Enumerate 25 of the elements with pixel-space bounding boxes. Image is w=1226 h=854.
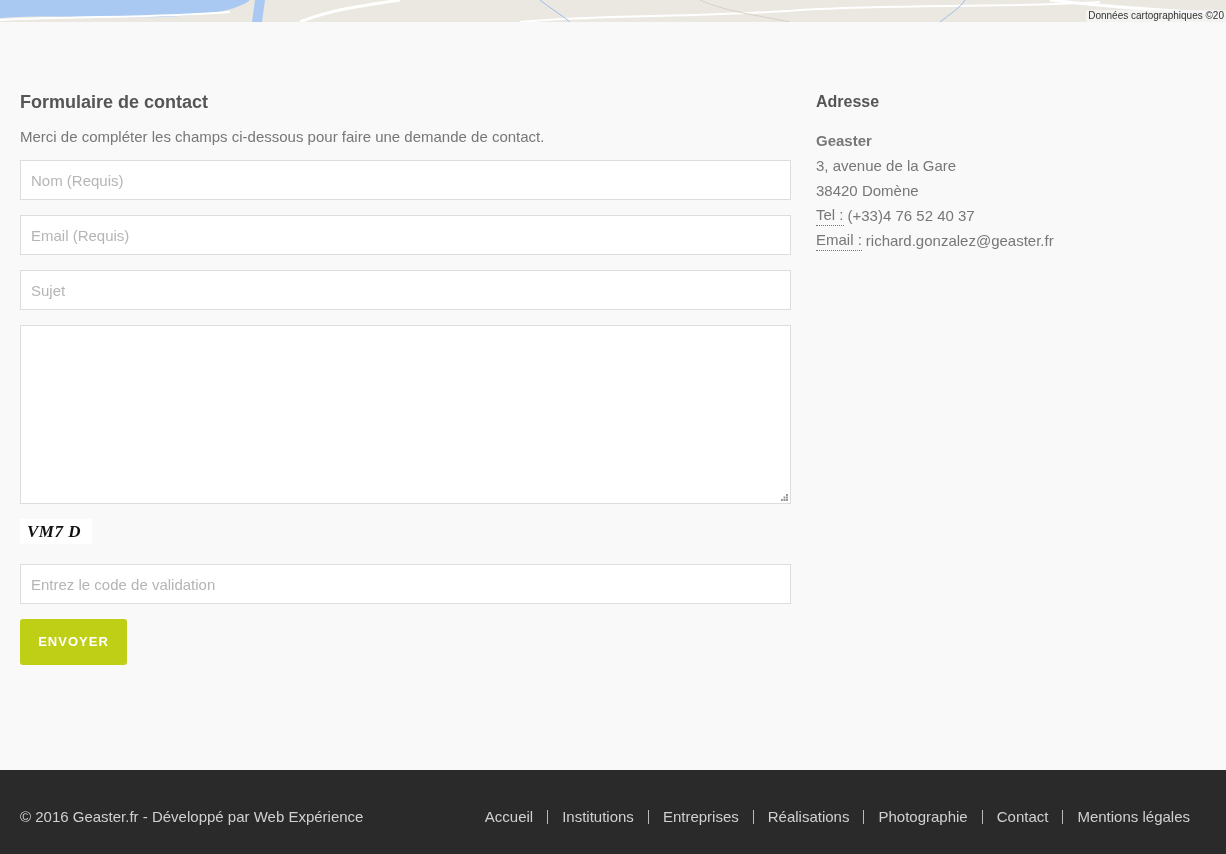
form-title: Formulaire de contact [20, 91, 210, 114]
contact-label: Tel : [816, 205, 844, 226]
footer-link[interactable]: Mentions légales [1077, 806, 1190, 828]
contact-value: richard.gonzalez@geaster.fr [865, 231, 1054, 251]
text-input-field[interactable]: Sujet [20, 270, 791, 310]
contact-label: Email : [816, 230, 862, 251]
footer-link[interactable]: Réalisations [767, 806, 850, 828]
map-attribution: Données cartographiques ©20 [1086, 10, 1226, 22]
footer-link[interactable]: Contact [996, 806, 1049, 828]
footer-copyright: © 2016 Geaster.fr - Développé par Web Expérience [20, 807, 364, 827]
footer-link[interactable]: Photographie [878, 806, 968, 828]
footer-link[interactable]: Institutions [562, 806, 634, 828]
contact-value: (+33)4 76 52 40 37 [847, 206, 975, 226]
resize-handle-icon[interactable] [781, 494, 788, 501]
captcha-image: VM7 D [20, 519, 92, 544]
company-name: Geaster [816, 131, 873, 151]
text-input-field[interactable]: Email (Requis) [20, 215, 791, 255]
text-input-field[interactable]: Nom (Requis) [20, 160, 791, 200]
address-title: Adresse [816, 92, 881, 112]
address-line: 3, avenue de la Gare [816, 156, 958, 176]
validation-code-field[interactable]: Entrez le code de validation [20, 564, 791, 604]
footer-link[interactable]: Accueil [484, 806, 534, 828]
form-intro: Merci de compléter les champs ci-dessous pour faire une demande de contact. [20, 127, 546, 147]
address-line: 38420 Domène [816, 181, 920, 201]
footer-link[interactable]: Entreprises [662, 806, 739, 828]
